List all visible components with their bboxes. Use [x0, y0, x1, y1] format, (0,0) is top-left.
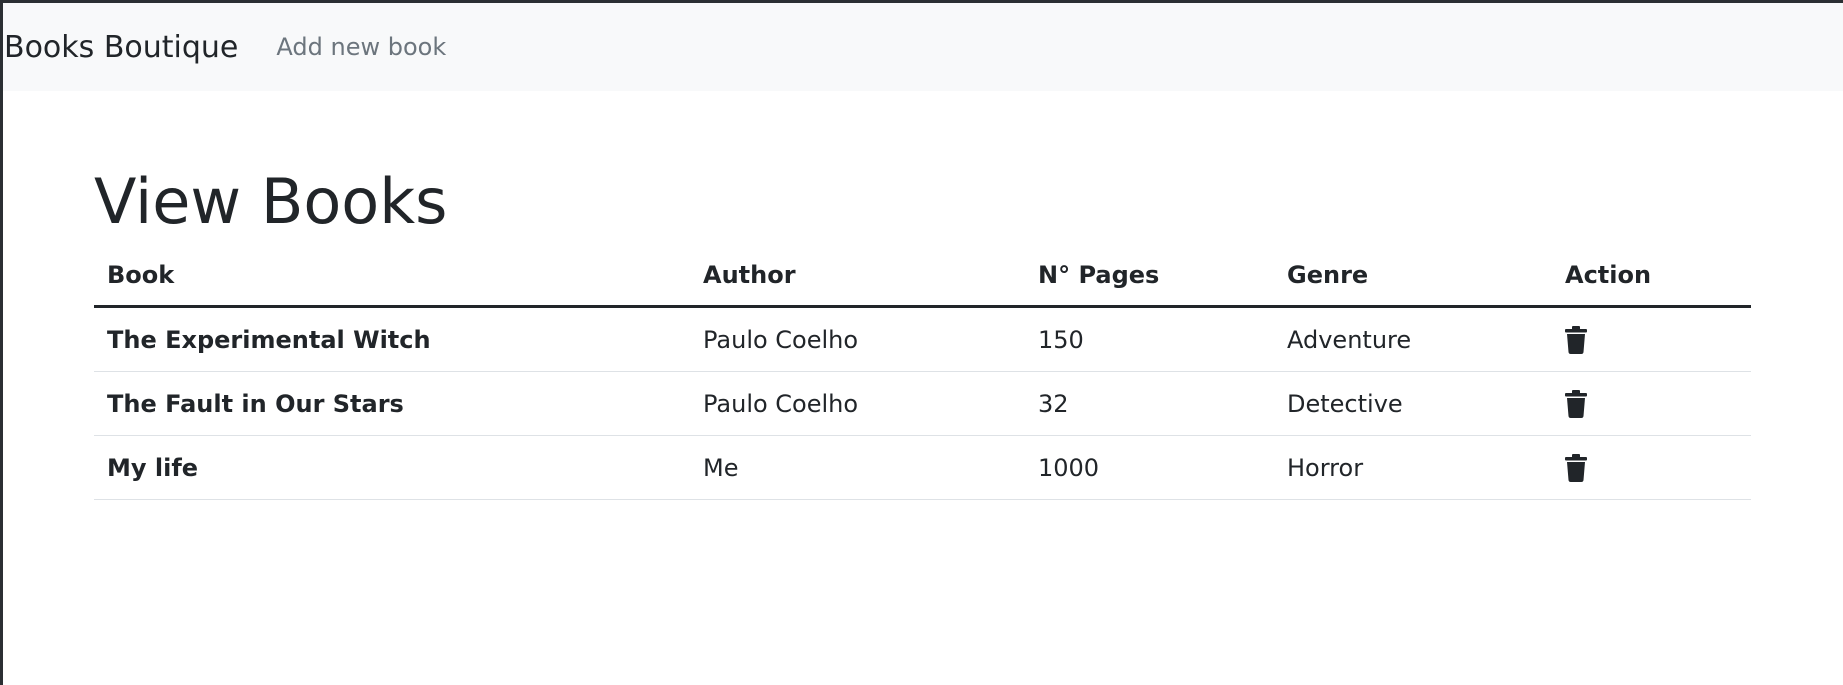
- cell-book: The Fault in Our Stars: [94, 371, 690, 436]
- books-table: Book Author N° Pages Genre Action The Ex…: [94, 245, 1751, 500]
- cell-genre: Detective: [1274, 371, 1552, 436]
- cell-action: [1552, 371, 1751, 436]
- cell-author: Me: [690, 435, 1025, 500]
- cell-action: [1552, 306, 1751, 372]
- cell-pages: 32: [1025, 371, 1274, 436]
- column-header-book: Book: [94, 245, 690, 308]
- window-frame-left: [0, 0, 3, 685]
- navbar-brand[interactable]: Books Boutique: [4, 30, 238, 65]
- trash-icon[interactable]: [1565, 454, 1587, 482]
- table-body: The Experimental Witch Paulo Coelho 150 …: [94, 306, 1751, 500]
- cell-author: Paulo Coelho: [690, 306, 1025, 372]
- table-row: My life Me 1000 Horror: [94, 435, 1751, 500]
- main-container: View Books Book Author N° Pages Genre Ac…: [94, 91, 1751, 500]
- cell-genre: Horror: [1274, 435, 1552, 500]
- table-header-row: Book Author N° Pages Genre Action: [94, 245, 1751, 308]
- cell-book: My life: [94, 435, 690, 500]
- cell-author: Paulo Coelho: [690, 371, 1025, 436]
- cell-book: The Experimental Witch: [94, 306, 690, 372]
- column-header-genre: Genre: [1274, 245, 1552, 308]
- column-header-pages: N° Pages: [1025, 245, 1274, 308]
- trash-icon[interactable]: [1565, 326, 1587, 354]
- cell-pages: 150: [1025, 306, 1274, 372]
- trash-icon[interactable]: [1565, 390, 1587, 418]
- nav-link-add-new-book[interactable]: Add new book: [276, 33, 446, 61]
- cell-pages: 1000: [1025, 435, 1274, 500]
- cell-genre: Adventure: [1274, 306, 1552, 372]
- column-header-action: Action: [1552, 245, 1751, 308]
- page-title: View Books: [94, 165, 448, 238]
- navbar: Books Boutique Add new book: [3, 3, 1843, 91]
- table-header: Book Author N° Pages Genre Action: [94, 245, 1751, 308]
- table-row: The Experimental Witch Paulo Coelho 150 …: [94, 306, 1751, 372]
- cell-action: [1552, 435, 1751, 500]
- column-header-author: Author: [690, 245, 1025, 308]
- table-row: The Fault in Our Stars Paulo Coelho 32 D…: [94, 371, 1751, 436]
